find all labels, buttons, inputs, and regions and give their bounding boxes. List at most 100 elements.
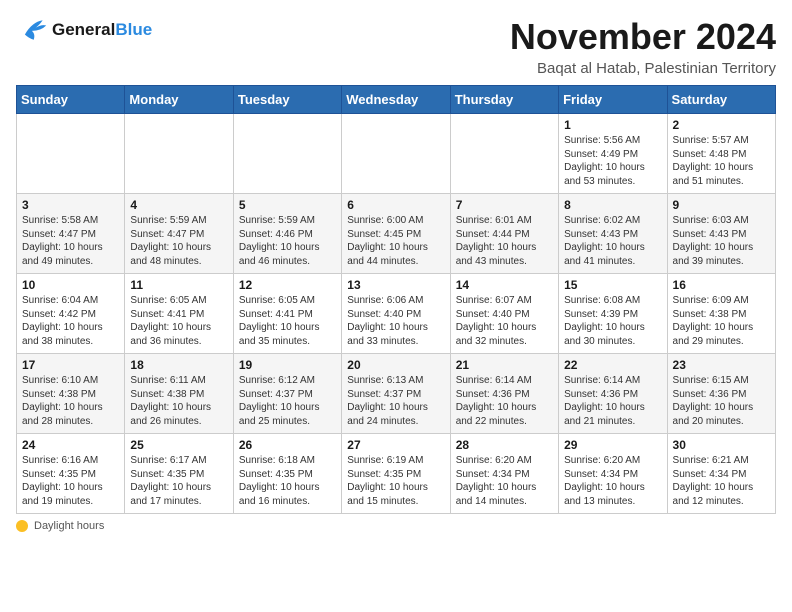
day-number: 27 — [347, 438, 444, 452]
day-info: Sunrise: 6:16 AM Sunset: 4:35 PM Dayligh… — [22, 454, 119, 508]
day-number: 10 — [22, 278, 119, 292]
day-number: 25 — [130, 438, 227, 452]
calendar-cell: 27Sunrise: 6:19 AM Sunset: 4:35 PM Dayli… — [342, 434, 450, 514]
day-info: Sunrise: 5:56 AM Sunset: 4:49 PM Dayligh… — [564, 134, 661, 188]
calendar-cell: 29Sunrise: 6:20 AM Sunset: 4:34 PM Dayli… — [559, 434, 667, 514]
day-info: Sunrise: 6:18 AM Sunset: 4:35 PM Dayligh… — [239, 454, 336, 508]
calendar-cell: 13 Sunrise: 6:06 AM Sunset: 4:40 PM Dayli… — [342, 274, 450, 354]
col-header-sunday: Sunday — [17, 86, 125, 114]
calendar-week-row: 10 Sunrise: 6:04 AM Sunset: 4:42 PM Dayli… — [17, 274, 776, 354]
calendar-header-row: SundayMondayTuesdayWednesdayThursdayFrid… — [17, 86, 776, 114]
day-number: 4 — [130, 198, 227, 212]
calendar-cell: 20 Sunrise: 6:13 AM Sunset: 4:37 PM Dayli… — [342, 354, 450, 434]
day-number: 11 — [130, 278, 227, 292]
day-number: 1 — [564, 118, 661, 132]
calendar-week-row: 3 Sunrise: 5:58 AM Sunset: 4:47 PM Daylig… — [17, 194, 776, 274]
calendar-cell: 17 Sunrise: 6:10 AM Sunset: 4:38 PM Dayli… — [17, 354, 125, 434]
calendar-cell: 25Sunrise: 6:17 AM Sunset: 4:35 PM Dayli… — [125, 434, 233, 514]
calendar-cell — [342, 114, 450, 194]
day-info: Sunrise: 6:14 AM Sunset: 4:36 PM Dayligh… — [564, 374, 661, 428]
calendar-cell: 21Sunrise: 6:14 AM Sunset: 4:36 PM Dayli… — [450, 354, 558, 434]
day-info: Sunrise: 6:04 AM Sunset: 4:42 PM Dayligh… — [22, 294, 119, 348]
day-info: Sunrise: 6:11 AM Sunset: 4:38 PM Dayligh… — [130, 374, 227, 428]
calendar-cell: 11 Sunrise: 6:05 AM Sunset: 4:41 PM Dayli… — [125, 274, 233, 354]
col-header-tuesday: Tuesday — [233, 86, 341, 114]
calendar-cell: 14 Sunrise: 6:07 AM Sunset: 4:40 PM Dayli… — [450, 274, 558, 354]
day-number: 15 — [564, 278, 661, 292]
calendar-table: SundayMondayTuesdayWednesdayThursdayFrid… — [16, 85, 776, 514]
calendar-cell: 4 Sunrise: 5:59 AM Sunset: 4:47 PM Daylig… — [125, 194, 233, 274]
calendar-cell: 19Sunrise: 6:12 AM Sunset: 4:37 PM Dayli… — [233, 354, 341, 434]
col-header-wednesday: Wednesday — [342, 86, 450, 114]
calendar-cell: 28 Sunrise: 6:20 AM Sunset: 4:34 PM Dayli… — [450, 434, 558, 514]
logo-icon — [16, 16, 48, 44]
calendar-cell: 23 Sunrise: 6:15 AM Sunset: 4:36 PM Dayli… — [667, 354, 775, 434]
day-number: 6 — [347, 198, 444, 212]
day-number: 14 — [456, 278, 553, 292]
day-info: Sunrise: 6:06 AM Sunset: 4:40 PM Dayligh… — [347, 294, 444, 348]
logo-text: GeneralBlue — [52, 20, 152, 40]
page-header: GeneralBlue November 2024 Baqat al Hatab… — [16, 16, 776, 77]
calendar-week-row: 24Sunrise: 6:16 AM Sunset: 4:35 PM Dayli… — [17, 434, 776, 514]
month-title: November 2024 — [510, 16, 776, 58]
calendar-cell: 6Sunrise: 6:00 AM Sunset: 4:45 PM Daylig… — [342, 194, 450, 274]
day-info: Sunrise: 6:01 AM Sunset: 4:44 PM Dayligh… — [456, 214, 553, 268]
day-number: 26 — [239, 438, 336, 452]
calendar-footer: Daylight hours — [16, 520, 776, 532]
day-number: 8 — [564, 198, 661, 212]
day-number: 20 — [347, 358, 444, 372]
footer-label: Daylight hours — [34, 520, 104, 532]
calendar-cell: 10 Sunrise: 6:04 AM Sunset: 4:42 PM Dayli… — [17, 274, 125, 354]
day-number: 5 — [239, 198, 336, 212]
day-number: 30 — [673, 438, 770, 452]
day-number: 7 — [456, 198, 553, 212]
calendar-cell: 26 Sunrise: 6:18 AM Sunset: 4:35 PM Dayli… — [233, 434, 341, 514]
calendar-week-row: 1 Sunrise: 5:56 AM Sunset: 4:49 PM Daylig… — [17, 114, 776, 194]
day-info: Sunrise: 5:59 AM Sunset: 4:47 PM Dayligh… — [130, 214, 227, 268]
calendar-cell — [17, 114, 125, 194]
day-info: Sunrise: 6:09 AM Sunset: 4:38 PM Dayligh… — [673, 294, 770, 348]
day-number: 13 — [347, 278, 444, 292]
logo: GeneralBlue — [16, 16, 152, 44]
calendar-cell: 2Sunrise: 5:57 AM Sunset: 4:48 PM Daylig… — [667, 114, 775, 194]
day-info: Sunrise: 6:10 AM Sunset: 4:38 PM Dayligh… — [22, 374, 119, 428]
day-info: Sunrise: 6:14 AM Sunset: 4:36 PM Dayligh… — [456, 374, 553, 428]
calendar-cell: 15 Sunrise: 6:08 AM Sunset: 4:39 PM Dayli… — [559, 274, 667, 354]
day-number: 29 — [564, 438, 661, 452]
day-info: Sunrise: 6:07 AM Sunset: 4:40 PM Dayligh… — [456, 294, 553, 348]
day-info: Sunrise: 6:20 AM Sunset: 4:34 PM Dayligh… — [456, 454, 553, 508]
day-info: Sunrise: 6:08 AM Sunset: 4:39 PM Dayligh… — [564, 294, 661, 348]
day-number: 28 — [456, 438, 553, 452]
day-info: Sunrise: 6:05 AM Sunset: 4:41 PM Dayligh… — [130, 294, 227, 348]
calendar-cell — [450, 114, 558, 194]
day-info: Sunrise: 6:13 AM Sunset: 4:37 PM Dayligh… — [347, 374, 444, 428]
calendar-week-row: 17 Sunrise: 6:10 AM Sunset: 4:38 PM Dayli… — [17, 354, 776, 434]
day-info: Sunrise: 6:05 AM Sunset: 4:41 PM Dayligh… — [239, 294, 336, 348]
day-number: 18 — [130, 358, 227, 372]
day-number: 2 — [673, 118, 770, 132]
col-header-friday: Friday — [559, 86, 667, 114]
calendar-cell: 16 Sunrise: 6:09 AM Sunset: 4:38 PM Dayli… — [667, 274, 775, 354]
calendar-cell: 18 Sunrise: 6:11 AM Sunset: 4:38 PM Dayli… — [125, 354, 233, 434]
day-number: 17 — [22, 358, 119, 372]
calendar-cell: 5 Sunrise: 5:59 AM Sunset: 4:46 PM Daylig… — [233, 194, 341, 274]
calendar-cell: 7 Sunrise: 6:01 AM Sunset: 4:44 PM Daylig… — [450, 194, 558, 274]
calendar-cell: 9Sunrise: 6:03 AM Sunset: 4:43 PM Daylig… — [667, 194, 775, 274]
day-number: 9 — [673, 198, 770, 212]
col-header-saturday: Saturday — [667, 86, 775, 114]
location-subtitle: Baqat al Hatab, Palestinian Territory — [510, 60, 776, 77]
day-number: 3 — [22, 198, 119, 212]
day-info: Sunrise: 5:59 AM Sunset: 4:46 PM Dayligh… — [239, 214, 336, 268]
day-info: Sunrise: 5:58 AM Sunset: 4:47 PM Dayligh… — [22, 214, 119, 268]
day-info: Sunrise: 6:15 AM Sunset: 4:36 PM Dayligh… — [673, 374, 770, 428]
calendar-cell: 1 Sunrise: 5:56 AM Sunset: 4:49 PM Daylig… — [559, 114, 667, 194]
calendar-cell: 12 Sunrise: 6:05 AM Sunset: 4:41 PM Dayli… — [233, 274, 341, 354]
day-number: 22 — [564, 358, 661, 372]
calendar-cell: 30 Sunrise: 6:21 AM Sunset: 4:34 PM Dayli… — [667, 434, 775, 514]
col-header-monday: Monday — [125, 86, 233, 114]
day-info: Sunrise: 6:21 AM Sunset: 4:34 PM Dayligh… — [673, 454, 770, 508]
day-number: 12 — [239, 278, 336, 292]
day-number: 16 — [673, 278, 770, 292]
day-number: 23 — [673, 358, 770, 372]
calendar-cell: 8Sunrise: 6:02 AM Sunset: 4:43 PM Daylig… — [559, 194, 667, 274]
